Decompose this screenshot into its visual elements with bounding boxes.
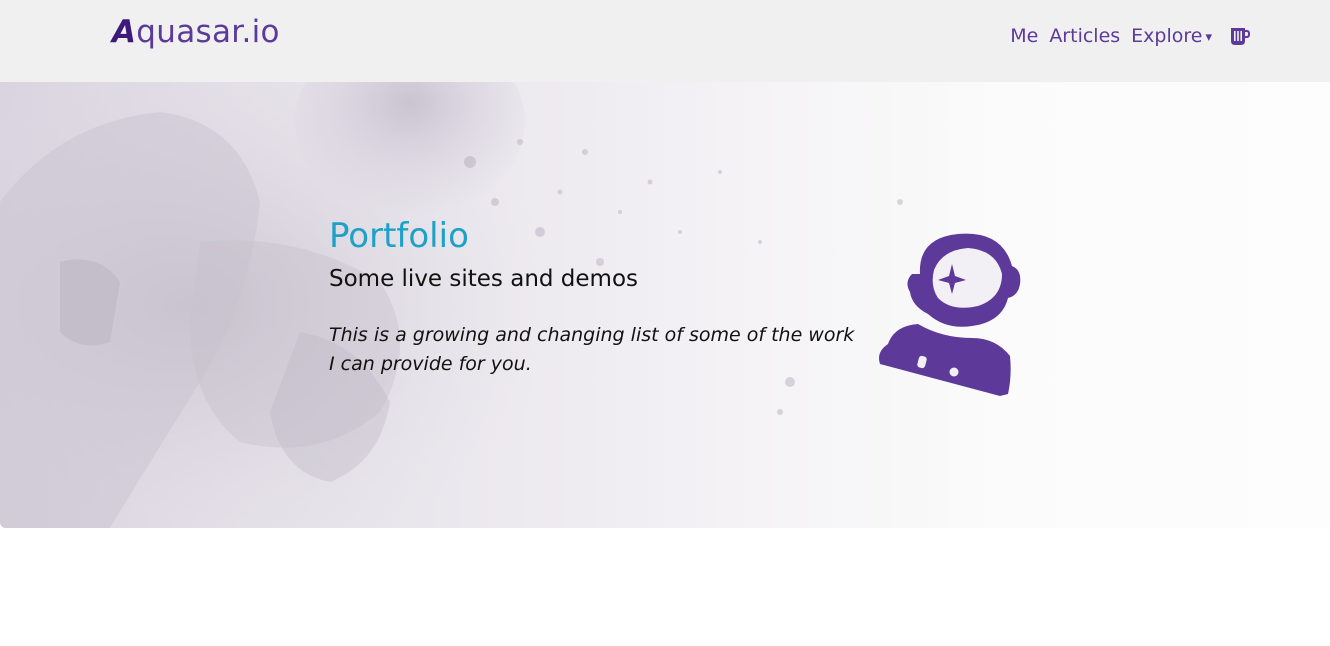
nav-explore-label: Explore <box>1131 25 1203 47</box>
coffee-cup-icon[interactable] <box>1230 26 1250 46</box>
page-description: This is a growing and changing list of s… <box>329 324 855 375</box>
hero-section: Portfolio Some live sites and demos This… <box>0 82 1330 528</box>
main-nav: Me Articles Explore ▾ <box>999 22 1250 50</box>
logo-first-letter: A <box>112 14 137 50</box>
astronaut-background-image <box>0 82 903 528</box>
nav-link-articles[interactable]: Articles <box>1049 25 1120 47</box>
page-title: Portfolio <box>329 216 469 256</box>
logo-text: quasar.io <box>136 14 280 50</box>
page-subtitle: Some live sites and demos <box>329 266 639 292</box>
nav-dropdown-explore[interactable]: Explore ▾ <box>1131 25 1212 47</box>
navbar: Aquasar.io Me Articles Explore ▾ <box>0 0 1330 82</box>
nav-link-me[interactable]: Me <box>1010 25 1038 47</box>
caret-down-icon: ▾ <box>1205 30 1212 45</box>
site-logo[interactable]: Aquasar.io <box>112 14 280 50</box>
astronaut-icon <box>879 233 1021 396</box>
